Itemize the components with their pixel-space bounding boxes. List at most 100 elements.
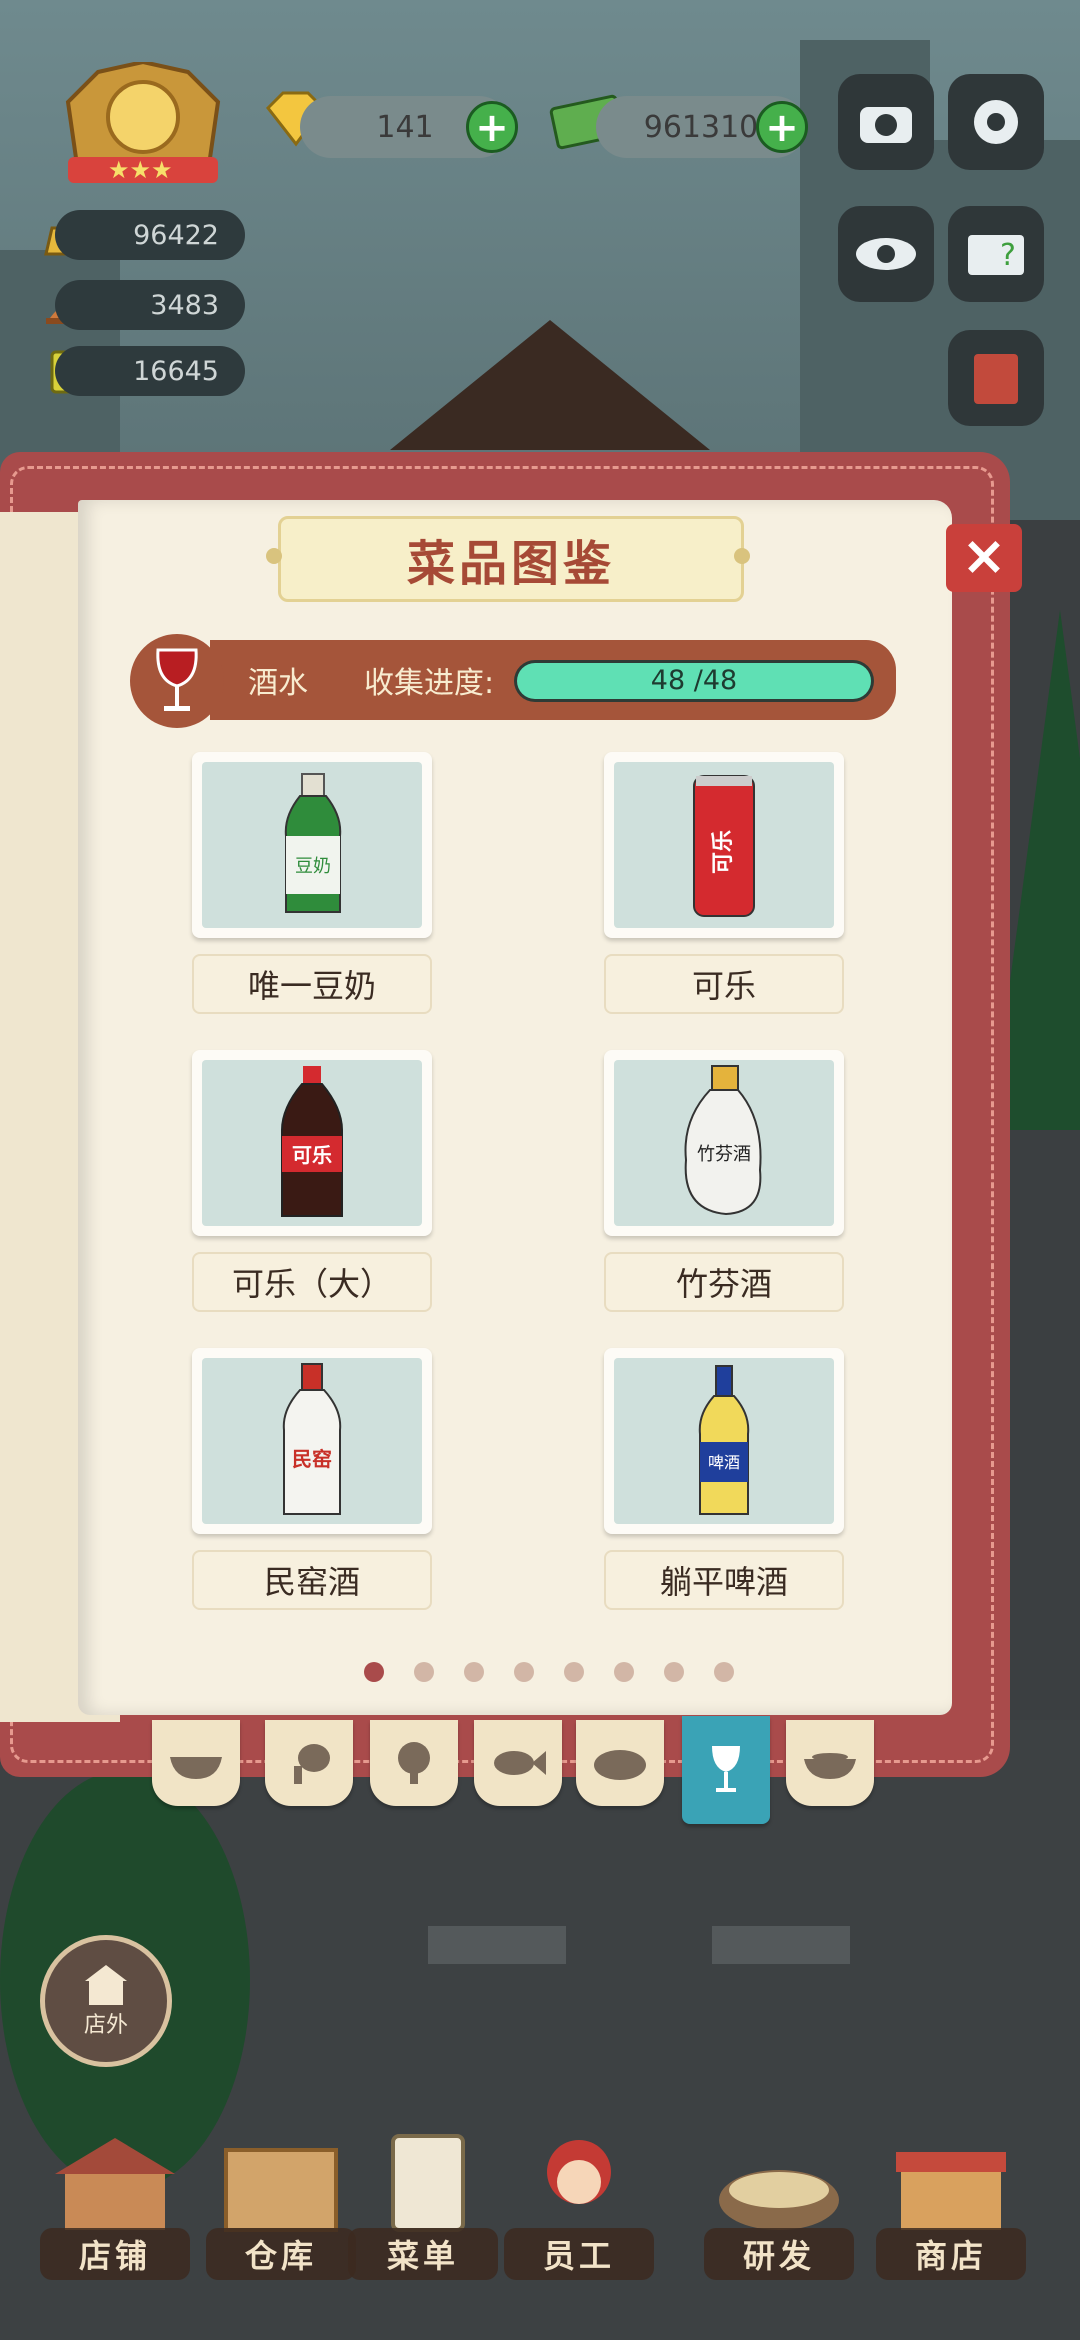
nav-store[interactable]: 商店 xyxy=(876,2130,1026,2280)
item-name: 民窑酒 xyxy=(263,1563,360,1601)
close-button[interactable]: × xyxy=(946,524,1022,592)
item-card[interactable]: 啤酒 xyxy=(604,1348,844,1534)
cola-bottle-icon: 可乐 xyxy=(281,1066,343,1217)
beer-bottle-icon: 啤酒 xyxy=(698,1365,750,1515)
bread-icon xyxy=(594,1750,646,1780)
page-dot[interactable] xyxy=(664,1662,684,1682)
camera-icon xyxy=(860,107,912,143)
item-label: 唯一豆奶 xyxy=(192,954,432,1014)
tab-drinks[interactable] xyxy=(682,1716,770,1824)
crate-icon xyxy=(224,2148,338,2232)
soy-milk-bottle-icon: 豆奶 xyxy=(284,773,342,913)
item-name: 唯一豆奶 xyxy=(247,967,376,1005)
item-label: 躺平啤酒 xyxy=(604,1550,844,1610)
drumstick-icon xyxy=(294,1744,330,1784)
page-dot[interactable] xyxy=(614,1662,634,1682)
cooking-pot-icon xyxy=(719,2170,839,2230)
title-ornament xyxy=(266,548,282,564)
item-card[interactable]: 豆奶 xyxy=(192,752,432,938)
recipe-book-icon xyxy=(974,354,1018,404)
help-book-icon: ? xyxy=(968,235,1024,275)
road-marking xyxy=(428,1926,566,1964)
item-card[interactable]: 民窑 xyxy=(192,1348,432,1534)
add-cash-button[interactable]: + xyxy=(756,101,808,153)
staff-waitress-icon xyxy=(547,2140,611,2204)
resource-value: 16645 xyxy=(133,355,219,387)
eye-icon xyxy=(856,238,916,270)
nav-shop-label: 店铺 xyxy=(40,2228,190,2280)
fish-icon xyxy=(494,1751,546,1775)
outside-store-label: 店外 xyxy=(83,2013,128,2038)
category-badge xyxy=(130,634,224,728)
beer-bottle-label: 啤酒 xyxy=(708,1453,740,1472)
camera-button[interactable] xyxy=(838,74,934,170)
resource-counter: 96422 xyxy=(55,210,245,260)
svg-text:?: ? xyxy=(1000,238,1016,273)
progress-text: 48 /48 xyxy=(650,665,738,696)
progress-label: 收集进度: xyxy=(364,666,495,701)
wine-glass-icon xyxy=(712,1746,740,1792)
catalog-title-text: 菜品图鉴 xyxy=(406,536,615,592)
page-dot[interactable] xyxy=(464,1662,484,1682)
gear-icon xyxy=(974,100,1018,144)
page-dot[interactable] xyxy=(364,1662,384,1682)
broccoli-icon xyxy=(398,1742,430,1784)
guide-button[interactable]: ? xyxy=(948,206,1044,302)
page-dot[interactable] xyxy=(514,1662,534,1682)
min-bottle-label: 民窑 xyxy=(292,1447,332,1471)
can-label: 可乐 xyxy=(711,830,736,874)
tab-vegetable[interactable] xyxy=(370,1720,458,1806)
road-marking xyxy=(712,1926,850,1964)
nav-menu-label: 菜单 xyxy=(348,2228,498,2280)
big-bottle-label: 可乐 xyxy=(292,1143,332,1167)
nav-store-label: 商店 xyxy=(876,2228,1026,2280)
nav-warehouse[interactable]: 仓库 xyxy=(206,2130,356,2280)
item-name: 可乐 xyxy=(691,967,756,1005)
soy-bottle-label: 豆奶 xyxy=(295,856,331,877)
nav-research-label: 研发 xyxy=(704,2228,854,2280)
baijiu-bottle-icon: 民窑 xyxy=(282,1363,342,1515)
visibility-button[interactable] xyxy=(838,206,934,302)
page-dot[interactable] xyxy=(564,1662,584,1682)
nav-menu[interactable]: 菜单 xyxy=(348,2130,498,2280)
tab-bakery[interactable] xyxy=(576,1720,664,1806)
shop-building-icon xyxy=(55,2138,175,2230)
close-icon: × xyxy=(961,524,1007,587)
recipe-book-button[interactable] xyxy=(948,330,1044,426)
resource-value: 96422 xyxy=(133,219,219,251)
item-name: 竹芬酒 xyxy=(675,1265,772,1303)
resource-counter: 16645 xyxy=(55,346,245,396)
svg-text:★★★: ★★★ xyxy=(108,156,173,184)
item-card[interactable]: 可乐 xyxy=(192,1050,432,1236)
nav-shop[interactable]: 店铺 xyxy=(40,2130,190,2280)
tab-stir-fry[interactable] xyxy=(152,1720,240,1806)
bamboo-bottle-label: 竹芬酒 xyxy=(697,1144,751,1165)
outside-store-button[interactable]: 店外 xyxy=(40,1935,172,2067)
item-card[interactable]: 竹芬酒 xyxy=(604,1050,844,1236)
gem-count: 141 xyxy=(376,109,434,145)
page-dot[interactable] xyxy=(414,1662,434,1682)
chef-rank-badge[interactable]: ★★★ xyxy=(48,59,238,192)
wine-glass-icon xyxy=(156,648,198,711)
settings-button[interactable] xyxy=(948,74,1044,170)
cash-count: 961310 xyxy=(643,109,759,145)
nav-staff-label: 员工 xyxy=(504,2228,654,2280)
tab-seafood[interactable] xyxy=(474,1720,562,1806)
item-label: 竹芬酒 xyxy=(604,1252,844,1312)
page-dot[interactable] xyxy=(714,1662,734,1682)
bamboo-liquor-bottle-icon: 竹芬酒 xyxy=(684,1065,762,1216)
tab-meat[interactable] xyxy=(265,1720,353,1806)
wok-icon xyxy=(170,1757,222,1779)
resource-counter: 3483 xyxy=(55,280,245,330)
add-gems-button[interactable]: + xyxy=(466,101,518,153)
cola-can-icon: 可乐 xyxy=(693,775,755,917)
title-ornament xyxy=(734,548,750,564)
item-name: 躺平啤酒 xyxy=(659,1563,788,1601)
item-card[interactable]: 可乐 xyxy=(604,752,844,938)
nav-staff[interactable]: 员工 xyxy=(504,2130,654,2280)
tab-soup[interactable] xyxy=(786,1720,874,1806)
item-name: 可乐（大） xyxy=(231,1265,392,1303)
store-stall-icon xyxy=(896,2152,1006,2230)
nav-research[interactable]: 研发 xyxy=(704,2130,854,2280)
soup-bowl-icon xyxy=(804,1753,856,1779)
